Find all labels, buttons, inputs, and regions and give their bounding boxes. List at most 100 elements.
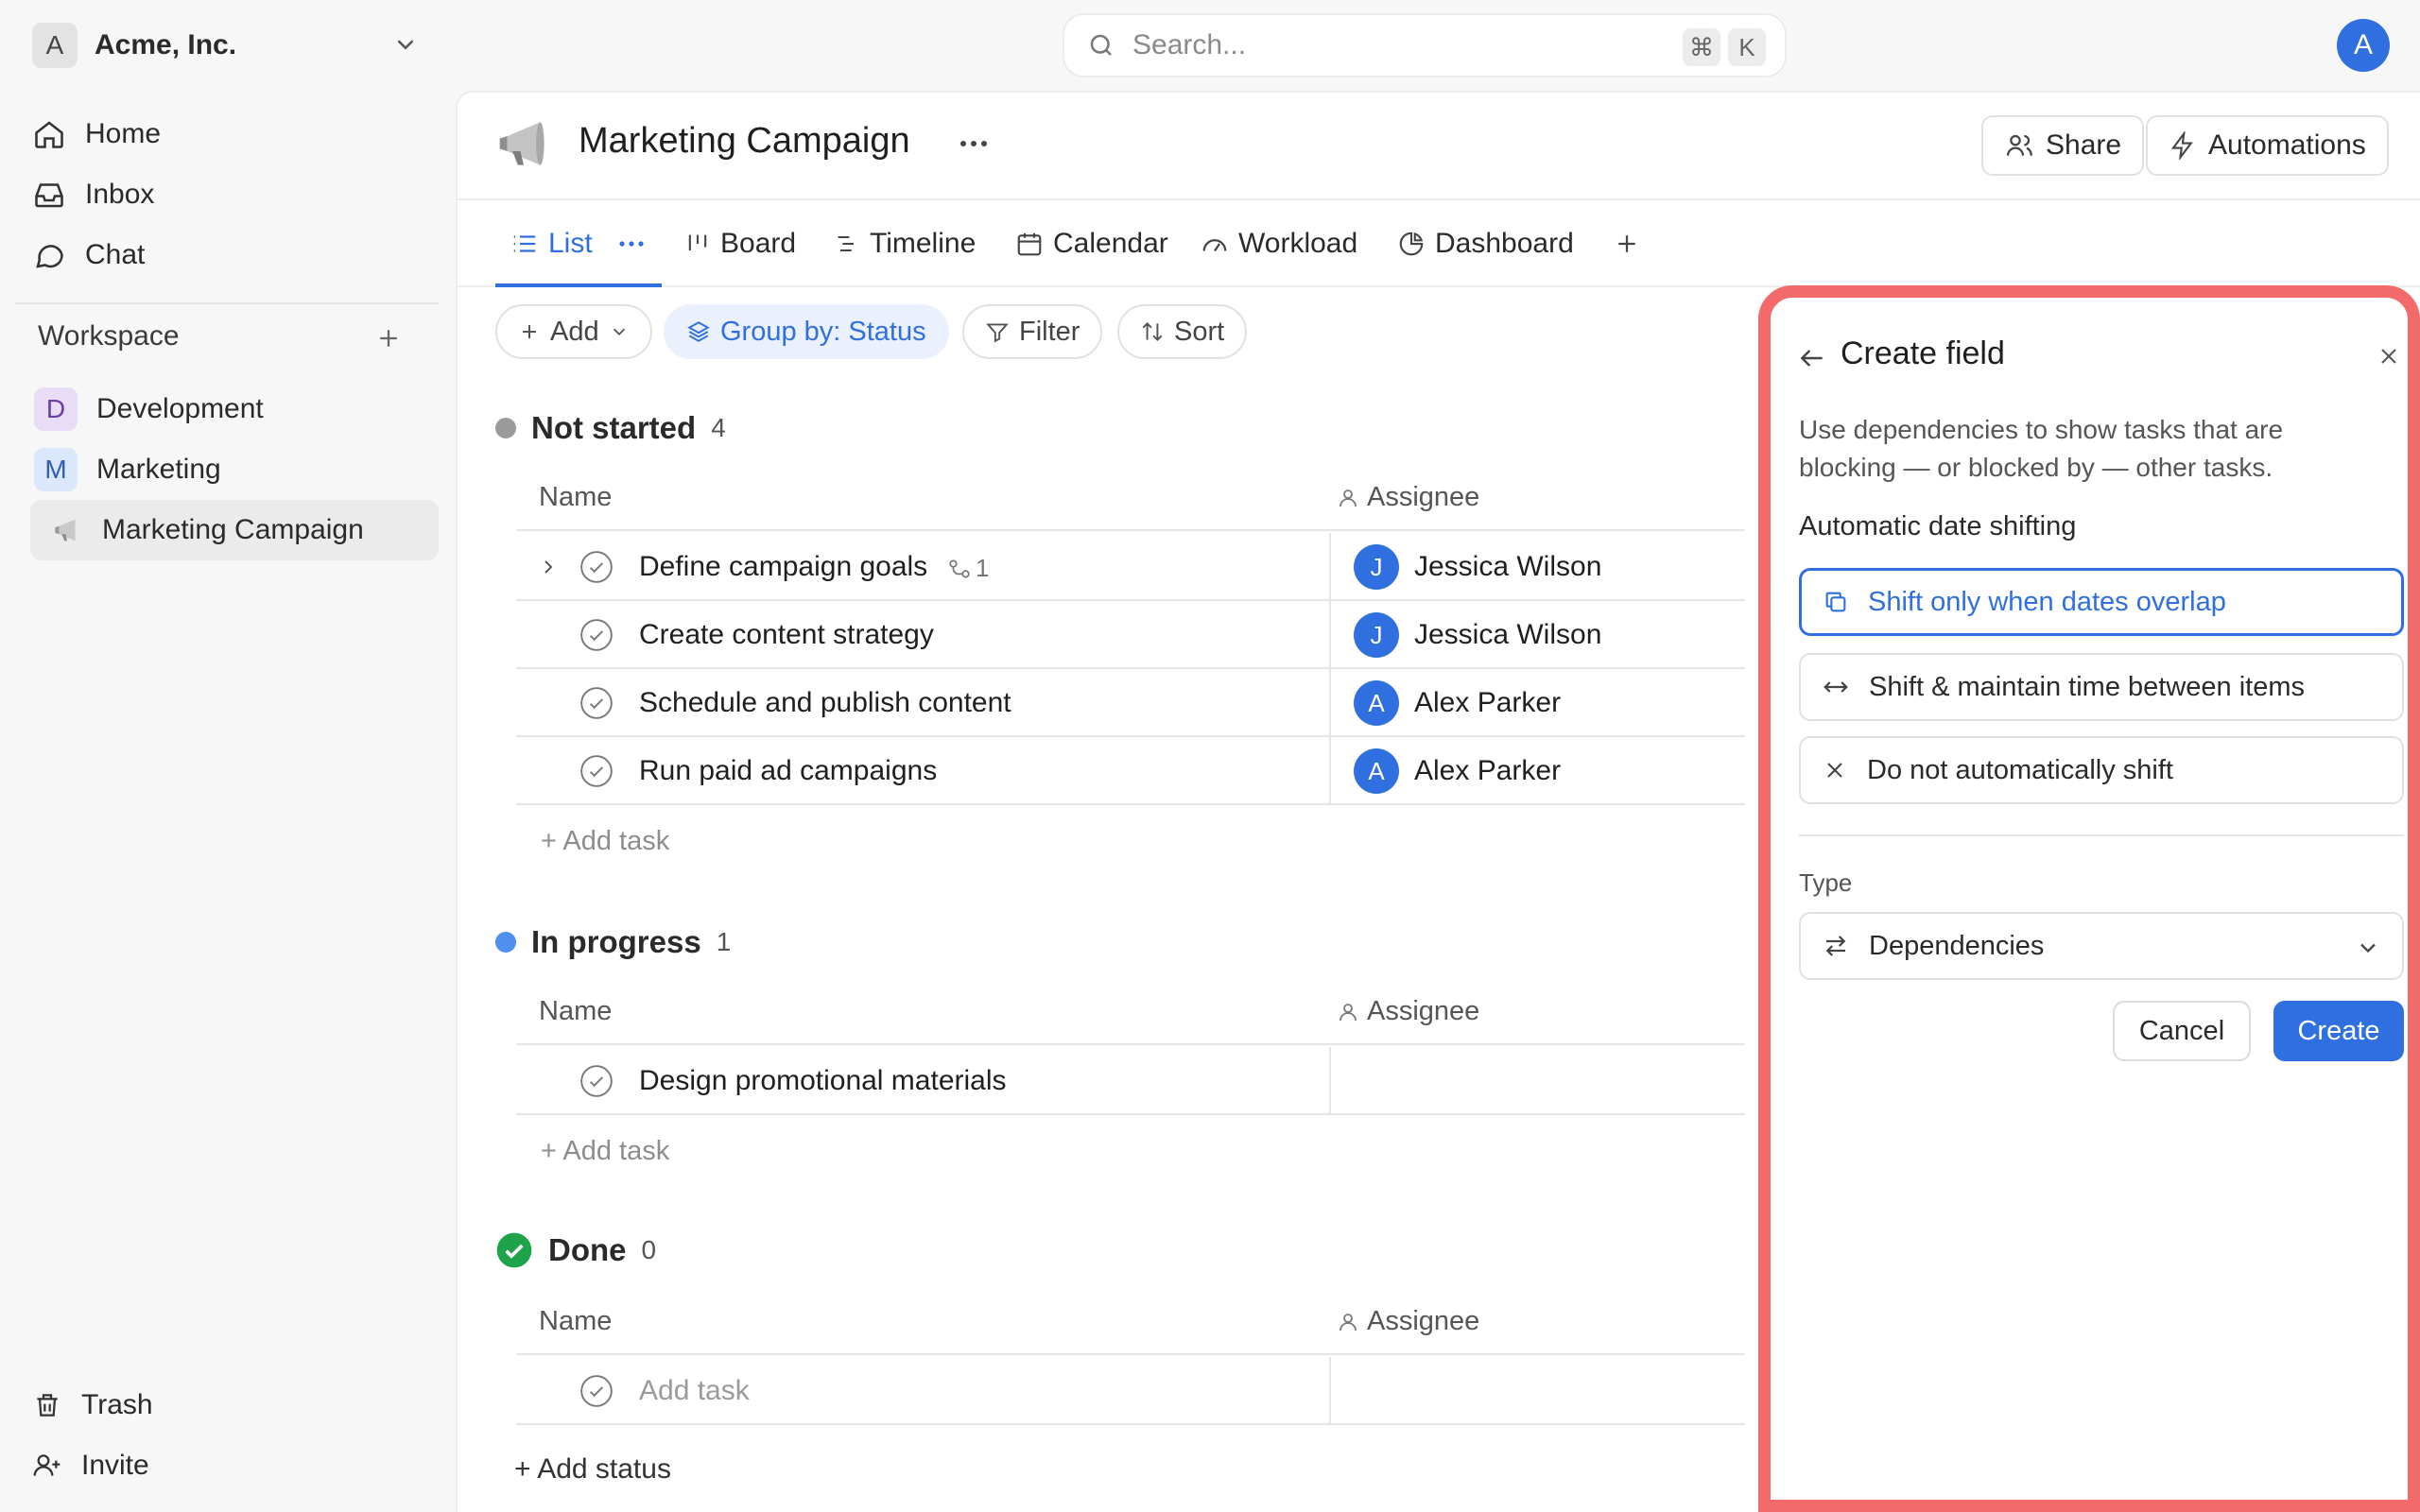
chevron-down-icon (2355, 935, 2381, 961)
tab-list[interactable]: List (510, 200, 646, 287)
task-name: Design promotional materials (639, 1065, 1007, 1096)
list-icon (510, 230, 539, 258)
task-check-icon[interactable] (579, 617, 614, 653)
filter-button[interactable]: Filter (962, 304, 1103, 359)
sidebar-divider (15, 302, 439, 304)
task-check-icon[interactable] (579, 549, 614, 585)
sidebar-item-marketing-campaign[interactable]: Marketing Campaign (30, 500, 439, 560)
column-label: Assignee (1367, 996, 1480, 1026)
option-shift-maintain-time[interactable]: Shift & maintain time between items (1799, 653, 2404, 721)
panel-divider (1799, 834, 2404, 836)
option-do-not-shift[interactable]: Do not automatically shift (1799, 736, 2404, 804)
tab-timeline[interactable]: Timeline (834, 200, 976, 287)
page-title: Marketing Campaign (579, 121, 910, 161)
search-input[interactable] (1132, 29, 1662, 61)
close-icon[interactable] (2376, 343, 2402, 369)
table-row[interactable]: Add task (516, 1357, 1745, 1425)
group-count: 0 (641, 1235, 657, 1264)
task-name: Run paid ad campaigns (639, 755, 938, 786)
cancel-button[interactable]: Cancel (2113, 1001, 2251, 1061)
automations-button[interactable]: Automations (2146, 115, 2389, 176)
chat-icon (32, 238, 66, 272)
sidebar-item-label: Trash (81, 1389, 153, 1420)
subtask-count[interactable]: 1 (947, 554, 989, 583)
sidebar-item-inbox[interactable]: Inbox (32, 169, 154, 220)
space-badge: M (34, 448, 78, 491)
add-task-button[interactable]: + Add task (541, 1136, 669, 1167)
tab-workload[interactable]: Workload (1201, 200, 1357, 287)
shortcut-cmd-key: ⌘ (1683, 28, 1720, 66)
create-button[interactable]: Create (2273, 1001, 2404, 1061)
sidebar-space-marketing[interactable]: M Marketing (30, 439, 439, 500)
table-row[interactable]: Design promotional materials (516, 1047, 1745, 1115)
table-row[interactable]: Create content strategy J Jessica Wilson (516, 601, 1745, 669)
org-switcher[interactable]: A Acme, Inc. (32, 23, 236, 68)
assignee-cell[interactable]: J Jessica Wilson (1354, 612, 1601, 658)
column-name[interactable]: Name (539, 1306, 612, 1337)
project-header: Marketing Campaign Share Automations (458, 93, 2420, 200)
sidebar-space-development[interactable]: D Development (30, 379, 439, 439)
inbox-icon (32, 178, 66, 212)
status-dot (495, 418, 516, 438)
type-select[interactable]: Dependencies (1799, 912, 2404, 980)
sidebar-item-home[interactable]: Home (32, 109, 161, 160)
sidebar: Home Inbox Chat Workspace D Development … (0, 91, 456, 1512)
more-icon[interactable] (959, 138, 989, 149)
task-name: Schedule and publish content (639, 687, 1011, 718)
tab-calendar[interactable]: Calendar (1015, 200, 1168, 287)
assignee-cell[interactable]: A Alex Parker (1354, 680, 1561, 726)
shortcut-k-key: K (1728, 28, 1766, 66)
workspace-title: Workspace (38, 320, 180, 352)
filter-label: Filter (1019, 316, 1080, 347)
arrow-left-icon[interactable] (1797, 343, 1827, 373)
plus-icon[interactable] (374, 324, 403, 352)
avatar: A (1354, 748, 1399, 794)
add-button[interactable]: Add (495, 304, 652, 359)
search-bar[interactable]: ⌘ K (1063, 13, 1787, 77)
task-check-icon[interactable] (579, 1373, 614, 1409)
sort-button[interactable]: Sort (1117, 304, 1248, 359)
column-name[interactable]: Name (539, 482, 612, 513)
assignee-cell[interactable]: A Alex Parker (1354, 748, 1561, 794)
share-button[interactable]: Share (1981, 115, 2145, 176)
task-check-icon[interactable] (579, 1063, 614, 1099)
column-name[interactable]: Name (539, 996, 612, 1027)
group-by-button[interactable]: Group by: Status (664, 304, 949, 359)
option-shift-when-overlap[interactable]: Shift only when dates overlap (1799, 568, 2404, 636)
sidebar-item-chat[interactable]: Chat (32, 230, 145, 281)
sidebar-item-trash[interactable]: Trash (32, 1380, 153, 1431)
add-label: Add (550, 316, 599, 347)
group-header-done[interactable]: Done 0 (495, 1227, 656, 1274)
tab-board[interactable]: Board (684, 200, 796, 287)
task-check-icon[interactable] (579, 685, 614, 721)
add-status-button[interactable]: + Add status (514, 1453, 671, 1486)
task-check-icon[interactable] (579, 753, 614, 789)
chevron-down-icon (609, 321, 630, 342)
assignee-cell[interactable]: J Jessica Wilson (1354, 544, 1601, 590)
group-header-not-started[interactable]: Not started 4 (495, 404, 726, 452)
tab-label: List (548, 228, 593, 259)
column-assignee[interactable]: Assignee (1337, 482, 1479, 513)
sidebar-item-invite[interactable]: Invite (32, 1440, 149, 1491)
sidebar-item-label: Invite (81, 1450, 149, 1481)
table-row[interactable]: Schedule and publish content A Alex Park… (516, 669, 1745, 737)
avatar: J (1354, 544, 1399, 590)
chevron-right-icon[interactable] (537, 556, 560, 578)
table-row[interactable]: Define campaign goals 1 J Jessica Wilson (516, 533, 1745, 601)
group-title: Done (548, 1232, 627, 1267)
group-header-in-progress[interactable]: In progress 1 (495, 919, 731, 966)
column-assignee[interactable]: Assignee (1337, 996, 1479, 1027)
add-task-input[interactable]: Add task (639, 1375, 750, 1407)
table-row[interactable]: Run paid ad campaigns A Alex Parker (516, 737, 1745, 805)
column-assignee[interactable]: Assignee (1337, 1306, 1479, 1337)
add-view-button[interactable] (1613, 200, 1641, 287)
share-label: Share (2046, 129, 2122, 161)
tab-dashboard[interactable]: Dashboard (1397, 200, 1574, 287)
option-label: Shift only when dates overlap (1868, 586, 2226, 617)
chevron-down-icon[interactable] (391, 30, 420, 59)
more-icon[interactable] (617, 239, 646, 249)
add-task-button[interactable]: + Add task (541, 826, 669, 857)
user-avatar[interactable]: A (2337, 19, 2390, 72)
status-dot (495, 932, 516, 953)
column-divider (1329, 1047, 1331, 1113)
